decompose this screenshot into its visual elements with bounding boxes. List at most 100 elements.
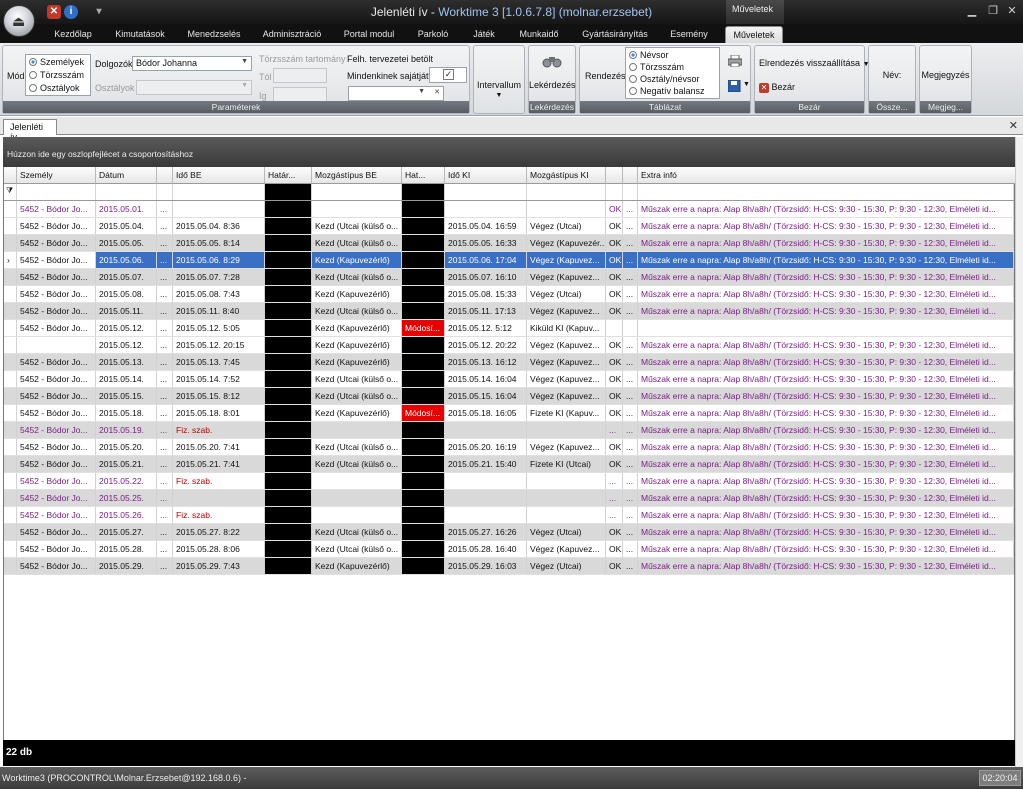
dolgozok-select[interactable]: Bódor Johanna ▼	[132, 56, 252, 71]
filter-cell[interactable]	[157, 184, 173, 200]
cell-datum[interactable]: 2015.05.26.	[96, 507, 157, 523]
cell-extra-info[interactable]: Műszak erre a napra: Alap 8h/a8h/ (Törzs…	[638, 490, 1014, 506]
column-header-extra-info[interactable]: Extra infó	[638, 167, 1016, 184]
cell-extra-flag[interactable]: ...	[623, 235, 638, 251]
cell-ok[interactable]: ...	[606, 490, 623, 506]
cell-szemely[interactable]: 5452 - Bódor Jo...	[17, 405, 96, 421]
cell-ok[interactable]: OK	[606, 201, 623, 217]
cell-hatar[interactable]	[265, 337, 312, 353]
cell-extra-flag[interactable]: ...	[623, 252, 638, 268]
cell-ido-ki[interactable]: 2015.05.05. 16:33	[445, 235, 527, 251]
cell-mozgastipus-be[interactable]: Kezd (Kapuvezérlő)	[312, 558, 402, 574]
cell-mozgastipus-be[interactable]: Kezd (Kapuvezérlő)	[312, 354, 402, 370]
cell-hatar[interactable]	[265, 524, 312, 540]
cell-szemely[interactable]: 5452 - Bódor Jo...	[17, 371, 96, 387]
cell-flag[interactable]: ...	[157, 303, 173, 319]
cell-flag[interactable]: ...	[157, 439, 173, 455]
filter-cell[interactable]	[17, 184, 96, 200]
cell-ido-ki[interactable]	[445, 507, 527, 523]
cell-mozgastipus-be[interactable]: Kezd (Kapuvezérlő)	[312, 405, 402, 421]
cell-hat[interactable]	[402, 524, 445, 540]
sort-radio-negativ-balansz[interactable]	[629, 87, 637, 95]
column-header-datum[interactable]: Dátum	[96, 167, 157, 184]
cell-datum[interactable]: 2015.05.07.	[96, 269, 157, 285]
cell-mozgastipus-ki[interactable]: Végez (Kapuvezér...	[527, 235, 606, 251]
cell-extra-flag[interactable]: ...	[623, 490, 638, 506]
cell-extra-info[interactable]: Műszak erre a napra: Alap 8h/a8h/ (Törzs…	[638, 405, 1014, 421]
printer-icon[interactable]	[727, 54, 743, 68]
table-row[interactable]: 5452 - Bódor Jo... 2015.05.11.... 2015.05.…	[4, 303, 1014, 320]
cell-flag[interactable]: ...	[157, 218, 173, 234]
cell-hat[interactable]	[402, 235, 445, 251]
osszes-caption[interactable]: Össze...	[869, 101, 915, 113]
cell-extra-info[interactable]: Műszak erre a napra: Alap 8h/a8h/ (Törzs…	[638, 286, 1014, 302]
cell-ok[interactable]: ...	[606, 473, 623, 489]
cell-datum[interactable]: 2015.05.13.	[96, 354, 157, 370]
column-header-hat[interactable]: Hat...	[402, 167, 445, 184]
cell-datum[interactable]: 2015.05.04.	[96, 218, 157, 234]
filter-cell[interactable]	[312, 184, 402, 200]
cell-extra-info[interactable]: Műszak erre a napra: Alap 8h/a8h/ (Törzs…	[638, 303, 1014, 319]
cell-hat[interactable]	[402, 354, 445, 370]
cell-szemely[interactable]: 5452 - Bódor Jo...	[17, 218, 96, 234]
cell-mozgastipus-ki[interactable]: Végez (Kapuvez...	[527, 388, 606, 404]
cell-ido-ki[interactable]: 2015.05.07. 16:10	[445, 269, 527, 285]
cell-extra-info[interactable]: Műszak erre a napra: Alap 8h/a8h/ (Törzs…	[638, 524, 1014, 540]
table-row[interactable]: 5452 - Bódor Jo... 2015.05.15.... 2015.05.…	[4, 388, 1014, 405]
cell-ido-ki[interactable]	[445, 422, 527, 438]
filter-cell[interactable]	[527, 184, 606, 200]
cell-ido-be[interactable]: 2015.05.05. 8:14	[173, 235, 265, 251]
cell-szemely[interactable]: 5452 - Bódor Jo...	[17, 201, 96, 217]
cell-extra-flag[interactable]: ...	[623, 201, 638, 217]
cell-hat[interactable]	[402, 490, 445, 506]
cell-flag[interactable]: ...	[157, 422, 173, 438]
cell-ok[interactable]: OK	[606, 252, 623, 268]
cell-flag[interactable]: ...	[157, 371, 173, 387]
column-header-flag[interactable]	[157, 167, 173, 184]
cell-mozgastipus-ki[interactable]: Végez (Kapuvez...	[527, 337, 606, 353]
cell-hatar[interactable]	[265, 269, 312, 285]
tab-adminisztracio[interactable]: Adminisztráció	[258, 26, 326, 43]
cell-hat[interactable]	[402, 473, 445, 489]
cell-szemely[interactable]: 5452 - Bódor Jo...	[17, 269, 96, 285]
cell-hat[interactable]	[402, 201, 445, 217]
cell-ido-be[interactable]: 2015.05.21. 7:41	[173, 456, 265, 472]
mod-radio-szemelyek[interactable]	[29, 58, 37, 66]
cell-ido-be[interactable]: 2015.05.28. 8:06	[173, 541, 265, 557]
cell-szemely[interactable]: 5452 - Bódor Jo...	[17, 524, 96, 540]
cell-hat[interactable]	[402, 439, 445, 455]
cell-hatar[interactable]	[265, 507, 312, 523]
filter-cell[interactable]	[623, 184, 638, 200]
cell-hat[interactable]	[402, 303, 445, 319]
cell-mozgastipus-ki[interactable]	[527, 422, 606, 438]
tab-esemeny[interactable]: Esemény	[664, 26, 714, 43]
table-row[interactable]: 5452 - Bódor Jo... 2015.05.22.... Fiz. sza…	[4, 473, 1014, 490]
filter-cell[interactable]	[445, 184, 527, 200]
cell-ido-ki[interactable]	[445, 490, 527, 506]
cell-ok[interactable]: ...	[606, 507, 623, 523]
cell-hat[interactable]: Módosí...	[402, 320, 445, 336]
table-row[interactable]: 5452 - Bódor Jo... 2015.05.13.... 2015.05.…	[4, 354, 1014, 371]
cell-extra-info[interactable]: Műszak erre a napra: Alap 8h/a8h/ (Törzs…	[638, 354, 1014, 370]
cell-flag[interactable]: ...	[157, 507, 173, 523]
lekerdezes-button[interactable]: Lekérdezés	[529, 46, 576, 98]
cell-ok[interactable]: ...	[606, 422, 623, 438]
tab-muveletek[interactable]: Műveletek	[725, 26, 783, 43]
tab-portal-modul[interactable]: Portal modul	[338, 26, 400, 43]
cell-ido-be[interactable]: Fiz. szab.	[173, 422, 265, 438]
cell-mozgastipus-be[interactable]: Kezd (Utcai (külső o...	[312, 439, 402, 455]
cell-extra-flag[interactable]: ...	[623, 388, 638, 404]
document-tab[interactable]: Jelenléti ív	[3, 119, 57, 142]
cell-datum[interactable]: 2015.05.14.	[96, 371, 157, 387]
cell-extra-info[interactable]: Műszak erre a napra: Alap 8h/a8h/ (Törzs…	[638, 235, 1014, 251]
cell-hat[interactable]	[402, 371, 445, 387]
cell-hat[interactable]	[402, 541, 445, 557]
cell-ido-be[interactable]: 2015.05.15. 8:12	[173, 388, 265, 404]
cell-mozgastipus-ki[interactable]: Végez (Utcai)	[527, 286, 606, 302]
cell-flag[interactable]: ...	[157, 252, 173, 268]
sort-radio-osztaly-nevsor[interactable]	[629, 75, 637, 83]
table-row[interactable]: 5452 - Bódor Jo... 2015.05.05.... 2015.05.…	[4, 235, 1014, 252]
cell-extra-flag[interactable]: ...	[623, 303, 638, 319]
cell-extra-info[interactable]: Műszak erre a napra: Alap 8h/a8h/ (Törzs…	[638, 337, 1014, 353]
cell-ok[interactable]: OK	[606, 235, 623, 251]
